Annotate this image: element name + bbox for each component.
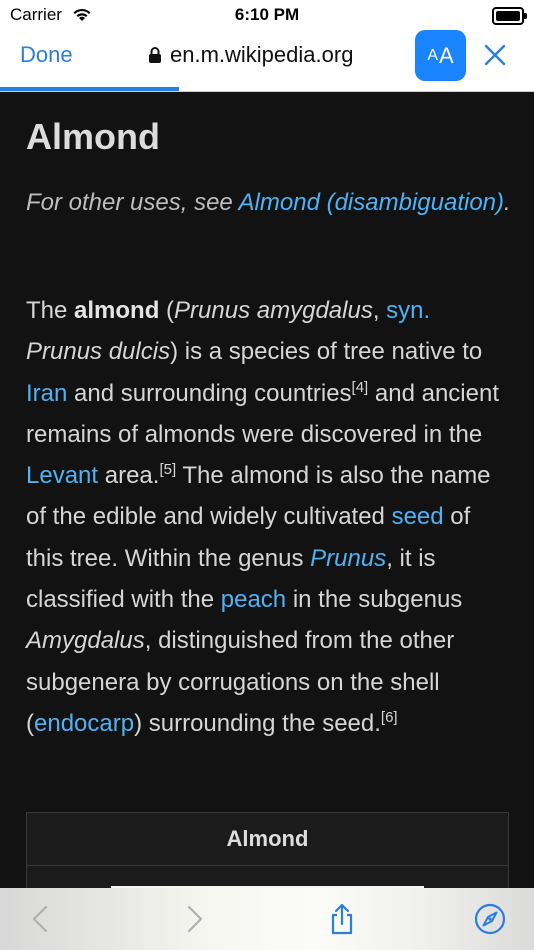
infobox: Almond	[26, 812, 509, 888]
hatnote: For other uses, see Almond (disambiguati…	[26, 189, 511, 216]
browser-navbar: Done en.m.wikipedia.org AA	[0, 30, 534, 92]
share-icon[interactable]	[326, 903, 358, 935]
status-bar: Carrier 6:10 PM	[0, 0, 534, 30]
levant-link[interactable]: Levant	[26, 462, 98, 489]
syn-link[interactable]: syn.	[386, 297, 430, 324]
seed-link[interactable]: seed	[392, 503, 444, 530]
close-icon[interactable]	[484, 44, 506, 66]
infobox-title: Almond	[27, 813, 508, 866]
back-icon[interactable]	[25, 903, 57, 935]
forward-icon[interactable]	[178, 903, 210, 935]
lock-icon	[149, 47, 161, 63]
ref-4-link[interactable]: [4]	[352, 379, 369, 396]
page-load-progress	[0, 87, 179, 91]
article-content: Almond For other uses, see Almond (disam…	[0, 92, 534, 888]
clock: 6:10 PM	[234, 5, 300, 24]
compass-icon[interactable]	[474, 903, 506, 935]
lead-paragraph: The almond (Prunus amygdalus, syn. Prunu…	[26, 297, 500, 737]
page-title: Almond	[26, 116, 160, 157]
iran-link[interactable]: Iran	[26, 380, 67, 407]
browser-toolbar	[0, 888, 534, 950]
url-text: en.m.wikipedia.org	[170, 42, 354, 67]
url-field[interactable]: en.m.wikipedia.org	[148, 42, 353, 68]
prunus-link[interactable]: Prunus	[310, 545, 386, 572]
battery-icon	[492, 7, 527, 25]
disambiguation-link[interactable]: Almond (disambiguation)	[239, 189, 504, 216]
reader-settings-button[interactable]: AA	[415, 30, 466, 81]
ref-5-link[interactable]: [5]	[159, 461, 176, 478]
ref-6-link[interactable]: [6]	[381, 709, 398, 726]
endocarp-link[interactable]: endocarp	[34, 710, 134, 737]
peach-link[interactable]: peach	[221, 586, 286, 613]
done-button[interactable]: Done	[20, 42, 73, 68]
